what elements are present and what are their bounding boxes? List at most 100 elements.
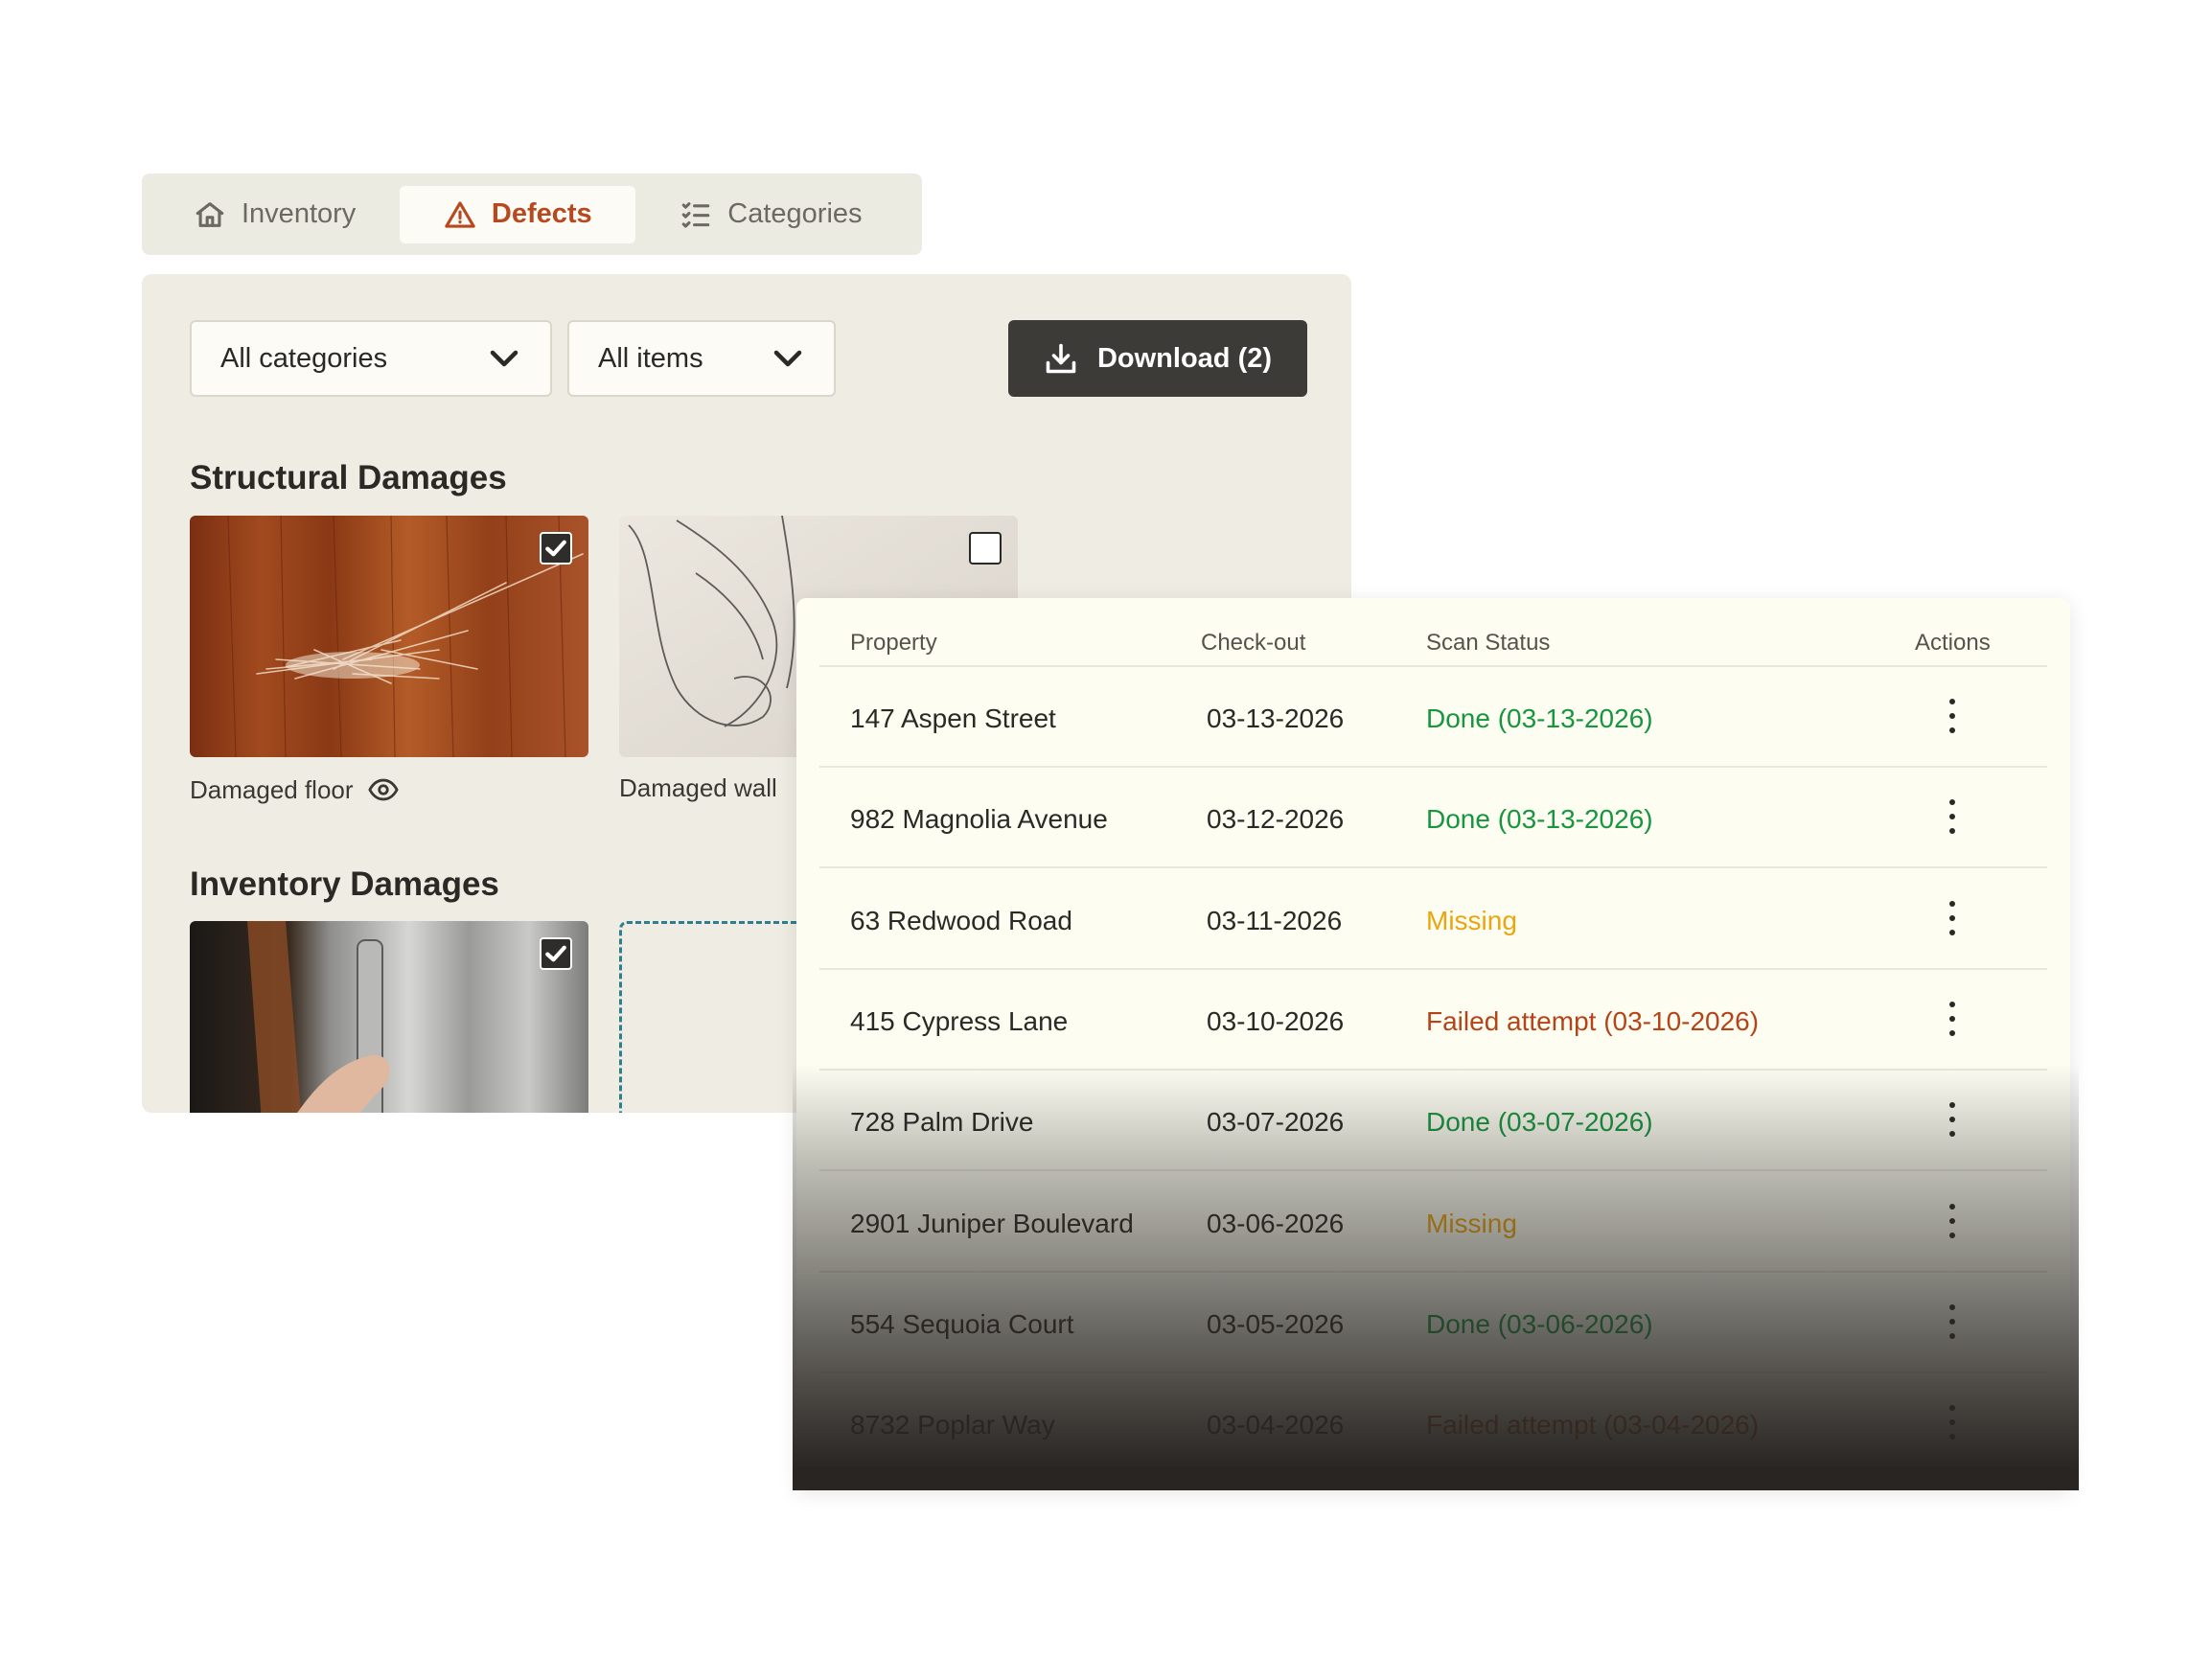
scan-status-table: Property Check-out Scan Status Actions 1…: [796, 598, 2070, 1489]
property-cell[interactable]: 728 Palm Drive: [850, 1107, 1033, 1138]
damaged-wall-label: Damaged wall: [619, 773, 777, 802]
items-select-value: All items: [598, 342, 703, 374]
scan-status-cell: Missing: [1426, 905, 1517, 935]
column-header-checkout: Check-out: [1201, 630, 1306, 656]
checkout-date-cell: 03-12-2026: [1207, 804, 1345, 835]
row-actions-menu-icon[interactable]: [1935, 998, 1970, 1040]
checkout-date-cell: 03-05-2026: [1207, 1308, 1345, 1339]
kebab-dot: [1949, 914, 1955, 921]
category-select[interactable]: All categories: [190, 320, 552, 397]
damaged-floor-caption: Damaged floor: [190, 773, 400, 806]
column-header-scan-status: Scan Status: [1426, 630, 1551, 656]
table-row[interactable]: 982 Magnolia Avenue 03-12-2026 Done (03-13…: [819, 768, 2047, 869]
row-actions-menu-icon[interactable]: [1935, 795, 1970, 838]
fridge-handle-checkbox[interactable]: [540, 937, 572, 970]
checkout-date-cell: 03-04-2026: [1207, 1410, 1345, 1441]
table-row[interactable]: 63 Redwood Road 03-11-2026 Missing: [819, 869, 2047, 970]
kebab-dot: [1949, 1303, 1955, 1310]
scan-status-cell: Done (03-07-2026): [1426, 1107, 1653, 1138]
kebab-dot: [1949, 1117, 1955, 1123]
table-row[interactable]: 728 Palm Drive 03-07-2026 Done (03-07-2026…: [819, 1071, 2047, 1172]
scan-status-cell: Done (03-13-2026): [1426, 804, 1653, 835]
row-actions-menu-icon[interactable]: [1935, 1098, 1970, 1141]
kebab-dot: [1949, 699, 1955, 704]
check-icon: [545, 540, 566, 557]
checkout-date-cell: 03-07-2026: [1207, 1107, 1345, 1138]
wood-floor-image: [190, 516, 588, 757]
warning-icon: [445, 200, 475, 228]
kebab-dot: [1949, 1434, 1955, 1441]
property-cell[interactable]: 2901 Juniper Boulevard: [850, 1209, 1134, 1239]
home-icon: [196, 201, 224, 227]
tab-inventory-label: Inventory: [242, 198, 357, 229]
property-cell[interactable]: 63 Redwood Road: [850, 906, 1072, 936]
kebab-dot: [1949, 1015, 1955, 1022]
check-icon: [545, 945, 566, 962]
scan-status-cell: Failed attempt (03-04-2026): [1426, 1410, 1760, 1441]
kebab-dot: [1949, 713, 1955, 719]
property-cell[interactable]: 415 Cypress Lane: [850, 1006, 1068, 1037]
row-actions-menu-icon[interactable]: [1935, 695, 1970, 737]
row-actions-menu-icon[interactable]: [1935, 1401, 1970, 1443]
tab-defects-label: Defects: [491, 198, 592, 229]
tab-bar: Inventory Defects Categories: [142, 173, 922, 255]
table-row[interactable]: 8732 Poplar Way 03-04-2026 Failed attempt …: [819, 1373, 2047, 1475]
fridge-handle-photo[interactable]: [190, 921, 588, 1113]
table-row[interactable]: 2901 Juniper Boulevard 03-06-2026 Missing: [819, 1172, 2047, 1273]
damaged-wall-caption: Damaged wall: [619, 773, 777, 803]
kebab-dot: [1949, 1203, 1955, 1210]
row-actions-menu-icon[interactable]: [1935, 1301, 1970, 1343]
kebab-dot: [1949, 727, 1955, 733]
damaged-floor-label: Damaged floor: [190, 774, 354, 804]
checkout-date-cell: 03-10-2026: [1207, 1005, 1345, 1036]
eye-icon[interactable]: [367, 773, 400, 806]
column-header-property: Property: [850, 630, 937, 656]
kebab-dot: [1949, 900, 1955, 907]
kebab-dot: [1949, 1405, 1955, 1412]
table-row[interactable]: 554 Sequoia Court 03-05-2026 Done (03-06-2…: [819, 1273, 2047, 1373]
property-cell[interactable]: 982 Magnolia Avenue: [850, 804, 1108, 835]
table-header: Property Check-out Scan Status Actions: [819, 598, 2047, 667]
checkout-date-cell: 03-13-2026: [1207, 703, 1345, 733]
items-select[interactable]: All items: [567, 320, 836, 397]
tab-categories-label: Categories: [727, 198, 863, 229]
table-row[interactable]: 415 Cypress Lane 03-10-2026 Failed attempt…: [819, 970, 2047, 1071]
download-button[interactable]: Download (2): [1008, 320, 1307, 397]
kebab-dot: [1949, 1332, 1955, 1339]
kebab-dot: [1949, 1131, 1955, 1138]
kebab-dot: [1949, 1001, 1955, 1007]
chevron-down-icon: [490, 350, 518, 367]
row-actions-menu-icon[interactable]: [1935, 897, 1970, 939]
scan-status-cell: Failed attempt (03-10-2026): [1426, 1005, 1760, 1036]
kebab-dot: [1949, 1217, 1955, 1224]
tab-defects[interactable]: Defects: [400, 185, 636, 243]
damaged-wall-checkbox[interactable]: [969, 532, 1002, 565]
kebab-dot: [1949, 1318, 1955, 1325]
kebab-dot: [1949, 799, 1955, 806]
tab-inventory[interactable]: Inventory: [155, 186, 394, 243]
inventory-damages-heading: Inventory Damages: [190, 865, 499, 903]
property-cell[interactable]: 8732 Poplar Way: [850, 1410, 1055, 1441]
checkout-date-cell: 03-11-2026: [1207, 905, 1343, 935]
property-cell[interactable]: 554 Sequoia Court: [850, 1309, 1074, 1340]
property-cell[interactable]: 147 Aspen Street: [850, 703, 1056, 734]
chevron-down-icon: [773, 350, 802, 367]
table-row[interactable]: 147 Aspen Street 03-13-2026 Done (03-13-20…: [819, 667, 2047, 768]
scan-status-cell: Done (03-06-2026): [1426, 1308, 1653, 1339]
kebab-dot: [1949, 1232, 1955, 1238]
row-actions-menu-icon[interactable]: [1935, 1200, 1970, 1242]
kebab-dot: [1949, 828, 1955, 835]
scan-status-cell: Done (03-13-2026): [1426, 703, 1653, 733]
scan-status-cell: Missing: [1426, 1208, 1517, 1238]
damaged-floor-photo[interactable]: [190, 516, 588, 757]
kebab-dot: [1949, 929, 1955, 935]
kebab-dot: [1949, 814, 1955, 820]
category-select-value: All categories: [220, 342, 388, 374]
fridge-handle-image: [190, 921, 588, 1113]
tab-categories[interactable]: Categories: [641, 186, 900, 243]
download-button-label: Download (2): [1096, 342, 1273, 374]
damaged-floor-checkbox[interactable]: [540, 532, 572, 565]
kebab-dot: [1949, 1102, 1955, 1109]
download-icon: [1046, 343, 1076, 374]
structural-damages-heading: Structural Damages: [190, 459, 507, 496]
